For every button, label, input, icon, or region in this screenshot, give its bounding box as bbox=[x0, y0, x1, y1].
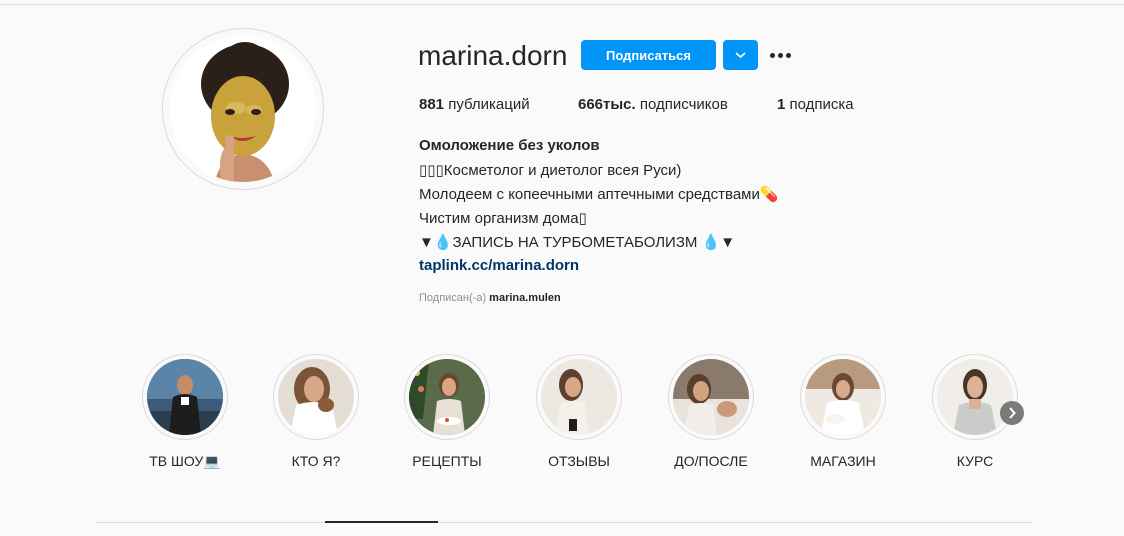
highlight-label: РЕЦЕПТЫ bbox=[412, 453, 482, 469]
profile-avatar[interactable] bbox=[170, 36, 316, 182]
highlights-next-button[interactable] bbox=[1000, 401, 1024, 425]
followed-by-prefix: Подписан(-а) bbox=[419, 292, 487, 304]
highlight-label: ТВ ШОУ💻 bbox=[149, 453, 221, 469]
highlight-item[interactable]: КТО Я? bbox=[261, 354, 371, 474]
highlight-reviews-image bbox=[541, 359, 617, 435]
stat-followers[interactable]: 666тыс. подписчиков bbox=[578, 96, 728, 113]
highlight-label: КТО Я? bbox=[291, 453, 341, 469]
bio-website-link[interactable]: taplink.cc/marina.dorn bbox=[419, 257, 579, 274]
highlight-item[interactable]: ДО/ПОСЛЕ bbox=[656, 354, 766, 474]
stat-followers-label: подписчиков bbox=[639, 96, 728, 113]
chevron-down-icon bbox=[735, 52, 746, 59]
more-options-icon-dot bbox=[770, 53, 775, 58]
stat-posts-count: 881 bbox=[419, 96, 445, 113]
profile-username: marina.dorn bbox=[418, 40, 568, 71]
stat-posts-label: публикаций bbox=[448, 96, 530, 113]
highlight-item[interactable]: РЕЦЕПТЫ bbox=[392, 354, 502, 474]
highlight-ring bbox=[800, 354, 886, 440]
highlight-ring bbox=[142, 354, 228, 440]
bio-name: Омоложение без уколов bbox=[419, 137, 600, 154]
chevron-right-icon bbox=[1009, 407, 1016, 419]
more-options-button[interactable] bbox=[770, 44, 796, 66]
highlight-label: МАГАЗИН bbox=[810, 453, 876, 469]
highlight-item[interactable]: ОТЗЫВЫ bbox=[524, 354, 634, 474]
highlight-item[interactable]: МАГАЗИН bbox=[788, 354, 898, 474]
highlight-who-am-i-image bbox=[278, 359, 354, 435]
more-options-icon-dot bbox=[778, 53, 783, 58]
highlight-tv-show-image bbox=[147, 359, 223, 435]
follow-button[interactable]: Подписаться bbox=[581, 40, 716, 70]
highlight-label: ОТЗЫВЫ bbox=[548, 453, 610, 469]
followed-by: Подписан(-а) marina.mulen bbox=[419, 292, 561, 304]
highlight-ring bbox=[536, 354, 622, 440]
highlight-ring bbox=[273, 354, 359, 440]
highlight-ring bbox=[932, 354, 1018, 440]
highlight-item[interactable]: ТВ ШОУ💻 bbox=[130, 354, 240, 474]
highlight-shop-image bbox=[805, 359, 881, 435]
highlight-label: КУРС bbox=[956, 453, 994, 469]
bio-line: Молодеем с копеечными аптечными средства… bbox=[419, 186, 779, 203]
bio-line: Чистим организм дома▯ bbox=[419, 210, 587, 227]
profile-avatar-ring[interactable] bbox=[162, 28, 324, 190]
highlight-before-after-image bbox=[673, 359, 749, 435]
highlight-label: ДО/ПОСЛЕ bbox=[674, 453, 748, 469]
stat-following-label: подписка bbox=[789, 96, 854, 113]
stat-following-count: 1 bbox=[777, 96, 786, 113]
stat-following[interactable]: 1 подписка bbox=[777, 96, 854, 113]
highlight-ring bbox=[668, 354, 754, 440]
highlight-ring bbox=[404, 354, 490, 440]
stat-posts: 881 публикаций bbox=[419, 96, 530, 113]
top-border bbox=[0, 4, 1124, 5]
suggested-accounts-dropdown-button[interactable] bbox=[723, 40, 758, 70]
highlight-course-image bbox=[937, 359, 1013, 435]
tabs-divider bbox=[96, 522, 1032, 523]
bio-line: ▯▯▯Косметолог и диетолог всея Руси) bbox=[419, 162, 682, 179]
highlight-recipes-image bbox=[409, 359, 485, 435]
stat-followers-count: 666тыс. bbox=[578, 96, 636, 113]
avatar-photo bbox=[170, 36, 316, 182]
more-options-icon-dot bbox=[786, 53, 791, 58]
active-tab-indicator bbox=[325, 521, 438, 523]
bio-line: ▼💧ЗАПИСЬ НА ТУРБОМЕТАБОЛИЗМ 💧▼ bbox=[419, 234, 736, 251]
followed-by-user[interactable]: marina.mulen bbox=[489, 292, 561, 304]
